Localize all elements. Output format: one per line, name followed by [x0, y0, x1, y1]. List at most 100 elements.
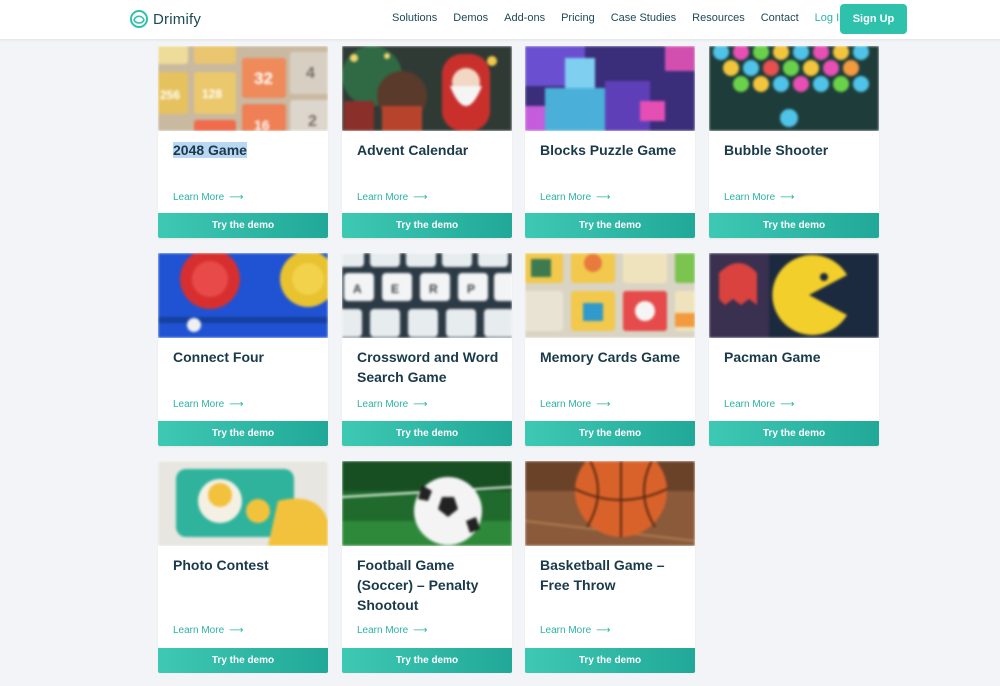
learn-more-link[interactable]: Learn More ⟶	[357, 192, 427, 203]
tile-16: 16	[254, 117, 270, 131]
learn-more-label: Learn More	[724, 399, 776, 410]
learn-more-link[interactable]: Learn More ⟶	[540, 192, 610, 203]
nav-contact[interactable]: Contact	[761, 12, 799, 24]
connect-four-image[interactable]	[158, 253, 328, 338]
arrow-right-icon: ⟶	[596, 192, 611, 203]
card-title: Basketball Game – Free Throw	[540, 557, 665, 593]
arrow-right-icon: ⟶	[413, 625, 428, 636]
learn-more-link[interactable]: Learn More ⟶	[173, 399, 243, 410]
learn-more-link[interactable]: Learn More ⟶	[173, 192, 243, 203]
game-card-memory-cards: Memory Cards Game Learn More ⟶ Try the de…	[525, 253, 695, 446]
brand-name: Drimify	[153, 10, 202, 28]
tile-4: 4	[306, 65, 315, 82]
photo-phone-image[interactable]	[158, 461, 328, 546]
arrow-right-icon: ⟶	[229, 625, 244, 636]
game-card-bubble-shooter: Bubble Shooter Learn More ⟶ Try the demo	[709, 46, 879, 238]
soccer-ball-image[interactable]	[342, 461, 512, 546]
learn-more-link[interactable]: Learn More ⟶	[357, 399, 427, 410]
arrow-right-icon: ⟶	[229, 192, 244, 203]
try-demo-button[interactable]: Try the demo	[525, 421, 695, 446]
game-card-football: Football Game (Soccer) – Penalty Shootou…	[342, 461, 512, 673]
learn-more-link[interactable]: Learn More ⟶	[357, 625, 427, 636]
arrow-right-icon: ⟶	[596, 399, 611, 410]
card-title: Crossword and Word Search Game	[357, 349, 499, 385]
try-demo-button[interactable]: Try the demo	[342, 421, 512, 446]
try-demo-button[interactable]: Try the demo	[158, 421, 328, 446]
brand-logo[interactable]: Drimify	[129, 9, 201, 29]
learn-more-link[interactable]: Learn More ⟶	[540, 625, 610, 636]
card-title: Blocks Puzzle Game	[540, 142, 677, 158]
bubbles-image[interactable]	[709, 46, 879, 131]
tile-256: 256	[160, 88, 180, 102]
card-title: Football Game (Soccer) – Penalty Shootou…	[357, 557, 479, 613]
arrow-right-icon: ⟶	[596, 625, 611, 636]
memory-cards-image[interactable]	[525, 253, 695, 338]
card-title: Connect Four	[173, 349, 264, 365]
basketball-image[interactable]	[525, 461, 695, 546]
learn-more-label: Learn More	[357, 192, 409, 203]
game-card-blocks-puzzle: Blocks Puzzle Game Learn More ⟶ Try the d…	[525, 46, 695, 238]
learn-more-label: Learn More	[540, 625, 592, 636]
learn-more-label: Learn More	[357, 625, 409, 636]
try-demo-button[interactable]: Try the demo	[342, 648, 512, 673]
arrow-right-icon: ⟶	[229, 399, 244, 410]
arrow-right-icon: ⟶	[413, 192, 428, 203]
main-nav: Solutions Demos Add-ons Pricing Case Stu…	[392, 12, 861, 24]
nav-demos[interactable]: Demos	[453, 12, 488, 24]
game-card-advent-calendar: Advent Calendar Learn More ⟶ Try the demo	[342, 46, 512, 238]
arrow-right-icon: ⟶	[780, 192, 795, 203]
learn-more-link[interactable]: Learn More ⟶	[724, 399, 794, 410]
nav-pricing[interactable]: Pricing	[561, 12, 595, 24]
2048-tiles-image[interactable]: 256 128 32 4 2 16	[158, 46, 328, 131]
learn-more-label: Learn More	[357, 399, 409, 410]
key-letter: P	[467, 282, 475, 296]
try-demo-button[interactable]: Try the demo	[709, 421, 879, 446]
site-header: Drimify Solutions Demos Add-ons Pricing …	[0, 0, 1000, 39]
nav-resources[interactable]: Resources	[692, 12, 745, 24]
game-card-basketball: Basketball Game – Free Throw Learn More ⟶…	[525, 461, 695, 673]
nav-addons[interactable]: Add-ons	[504, 12, 545, 24]
nav-case-studies[interactable]: Case Studies	[611, 12, 676, 24]
arrow-right-icon: ⟶	[413, 399, 428, 410]
key-letter: R	[429, 282, 438, 296]
learn-more-link[interactable]: Learn More ⟶	[540, 399, 610, 410]
learn-more-link[interactable]: Learn More ⟶	[724, 192, 794, 203]
key-letter: A	[353, 282, 362, 296]
learn-more-label: Learn More	[173, 399, 225, 410]
try-demo-button[interactable]: Try the demo	[709, 213, 879, 238]
try-demo-button[interactable]: Try the demo	[158, 648, 328, 673]
game-card-photo-contest: Photo Contest Learn More ⟶ Try the demo	[158, 461, 328, 673]
arrow-right-icon: ⟶	[780, 399, 795, 410]
letter-keys-image[interactable]: A E R P	[342, 253, 512, 338]
tile-32: 32	[254, 69, 273, 88]
game-card-crossword: A E R P Crossword and Word Search Game L…	[342, 253, 512, 446]
card-title: Memory Cards Game	[540, 349, 681, 365]
nav-solutions[interactable]: Solutions	[392, 12, 437, 24]
learn-more-label: Learn More	[173, 192, 225, 203]
cubes-image[interactable]	[525, 46, 695, 131]
try-demo-button[interactable]: Try the demo	[525, 648, 695, 673]
santa-image[interactable]	[342, 46, 512, 131]
game-card-pacman: Pacman Game Learn More ⟶ Try the demo	[709, 253, 879, 446]
card-title: Photo Contest	[173, 557, 269, 573]
pacman-image[interactable]	[709, 253, 879, 338]
card-title: Advent Calendar	[357, 142, 469, 158]
learn-more-label: Learn More	[724, 192, 776, 203]
try-demo-button[interactable]: Try the demo	[158, 213, 328, 238]
try-demo-button[interactable]: Try the demo	[525, 213, 695, 238]
tile-128: 128	[202, 87, 222, 101]
card-title-text: 2048 Game	[173, 142, 247, 158]
card-title: Pacman Game	[724, 349, 821, 365]
learn-more-label: Learn More	[173, 625, 225, 636]
game-card-2048: 256 128 32 4 2 16 2048 Game Learn More ⟶ …	[158, 46, 328, 238]
learn-more-label: Learn More	[540, 192, 592, 203]
try-demo-button[interactable]: Try the demo	[342, 213, 512, 238]
card-title: 2048 Game	[173, 140, 318, 160]
drimify-logo-icon	[130, 10, 148, 28]
signup-button[interactable]: Sign Up	[840, 4, 907, 34]
tile-2: 2	[308, 113, 317, 130]
key-letter: E	[391, 282, 399, 296]
game-card-connect-four: Connect Four Learn More ⟶ Try the demo	[158, 253, 328, 446]
learn-more-link[interactable]: Learn More ⟶	[173, 625, 243, 636]
card-title: Bubble Shooter	[724, 142, 829, 158]
